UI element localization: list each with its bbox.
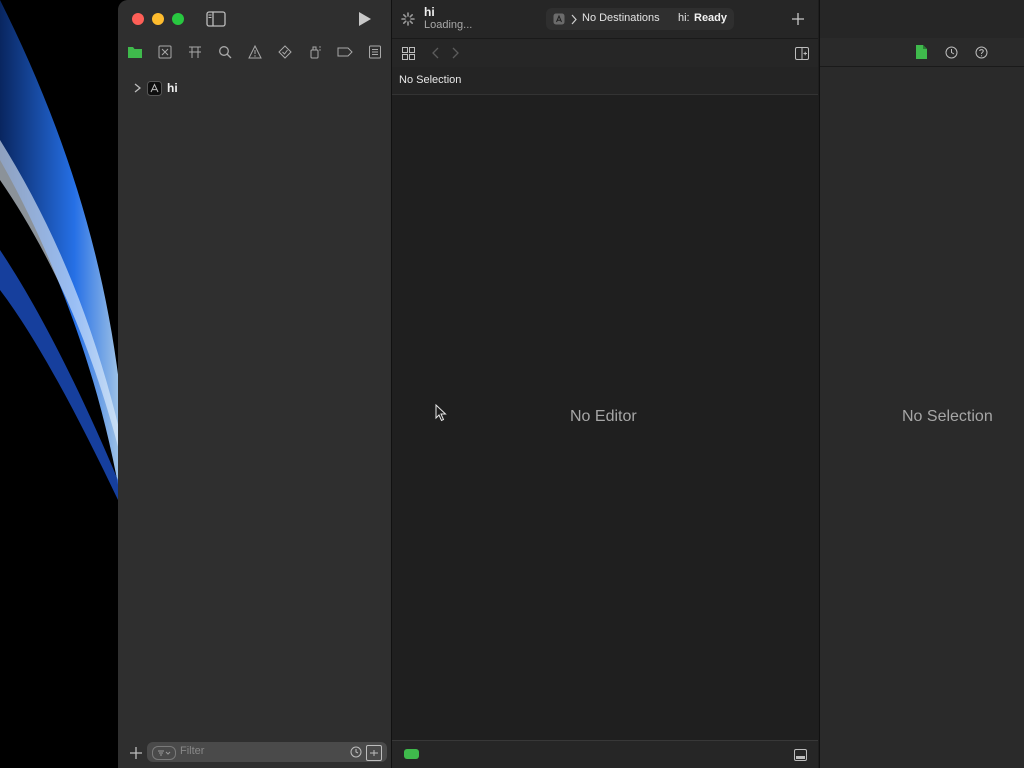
navigator-selector-bar xyxy=(118,38,391,66)
issue-navigator-warning-icon[interactable] xyxy=(247,44,263,60)
find-navigator-search-icon[interactable] xyxy=(217,44,233,60)
inspector-tab-bar xyxy=(820,38,1024,67)
inspector-panel: No Selection xyxy=(819,0,1024,768)
navigator-filter-bar: Filter xyxy=(118,738,391,768)
window-toolbar: hi Loading... No Destinations hi: Ready xyxy=(392,0,818,38)
list-item[interactable]: hi xyxy=(118,78,391,98)
project-navigator-folder-icon[interactable] xyxy=(127,44,143,60)
inspector-no-selection-label: No Selection xyxy=(902,408,993,425)
symbol-navigator-icon[interactable] xyxy=(187,44,203,60)
breakpoint-navigator-icon[interactable] xyxy=(337,44,353,60)
file-inspector-icon[interactable] xyxy=(913,44,929,60)
mouse-pointer-icon xyxy=(434,403,448,423)
scheme-destination-selector[interactable]: No Destinations hi: Ready xyxy=(546,8,734,30)
toggle-sidebar-icon[interactable] xyxy=(206,10,226,28)
activity-status-text: Loading... xyxy=(424,19,473,31)
no-editor-label: No Editor xyxy=(570,408,637,425)
editor-selection-bar: No Selection xyxy=(392,67,818,95)
inspector-toolbar xyxy=(820,0,1024,38)
project-title: hi xyxy=(424,5,435,19)
close-window-button[interactable] xyxy=(132,13,144,25)
filter-options-icon[interactable] xyxy=(152,746,176,760)
source-control-filter-icon[interactable] xyxy=(366,745,382,761)
tree-item-label: hi xyxy=(167,81,178,95)
add-plus-icon[interactable] xyxy=(128,745,144,761)
report-navigator-icon[interactable] xyxy=(367,44,383,60)
related-items-grid-icon[interactable] xyxy=(400,45,416,61)
navigator-filter-field[interactable]: Filter xyxy=(147,742,387,762)
add-library-plus-icon[interactable] xyxy=(790,11,806,27)
split-editor-icon[interactable] xyxy=(794,45,810,61)
build-status-label: Ready xyxy=(694,12,728,24)
xcode-project-icon xyxy=(146,80,162,96)
scheme-project-label: hi: xyxy=(678,12,690,24)
zoom-window-button[interactable] xyxy=(172,13,184,25)
filter-placeholder: Filter xyxy=(180,745,205,757)
desktop-wallpaper xyxy=(0,0,124,768)
quick-help-question-icon[interactable] xyxy=(973,44,989,60)
run-play-icon[interactable] xyxy=(356,10,374,28)
minimize-window-button[interactable] xyxy=(152,13,164,25)
recent-files-clock-icon[interactable] xyxy=(349,745,363,759)
debug-area-bar xyxy=(392,740,818,768)
editor-area: hi Loading... No Destinations hi: Ready xyxy=(392,0,818,768)
navigate-back-chevron-icon[interactable] xyxy=(429,45,441,61)
chevron-right-icon xyxy=(570,13,578,25)
destination-label: No Destinations xyxy=(582,12,660,24)
history-inspector-clock-icon[interactable] xyxy=(943,44,959,60)
source-control-navigator-icon[interactable] xyxy=(157,44,173,60)
navigate-forward-chevron-icon[interactable] xyxy=(449,45,461,61)
selection-label: No Selection xyxy=(399,74,462,86)
editor-jump-bar xyxy=(392,38,818,67)
activity-spinner-icon xyxy=(400,11,416,27)
app-scheme-icon xyxy=(552,12,566,26)
test-navigator-diamond-icon[interactable] xyxy=(277,44,293,60)
toggle-debug-area-icon[interactable] xyxy=(792,747,808,763)
disclosure-chevron-icon[interactable] xyxy=(132,81,142,95)
xcode-window: hi Filter hi Loading... No Destinations … xyxy=(118,0,1024,768)
debug-navigator-spray-icon[interactable] xyxy=(307,44,323,60)
navigator-sidebar: hi Filter xyxy=(118,0,392,768)
breakpoints-toggle-icon[interactable] xyxy=(404,749,419,759)
